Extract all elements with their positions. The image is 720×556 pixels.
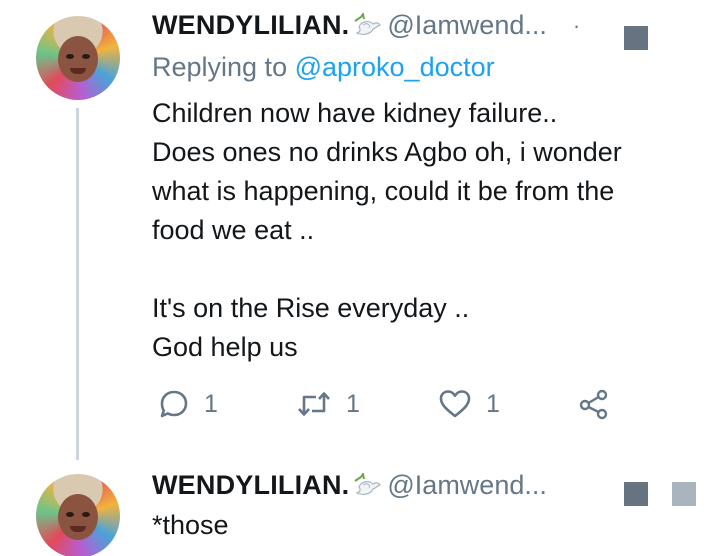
reply-icon (158, 388, 190, 420)
mention-link[interactable]: @aproko_doctor (295, 52, 495, 82)
menu-button-secondary[interactable] (672, 482, 696, 506)
user-handle[interactable]: @Iamwend... (387, 470, 546, 501)
thread-line (76, 108, 79, 460)
avatar[interactable] (36, 16, 120, 100)
retweet-icon (296, 388, 332, 420)
tweet-header: WENDYLILIAN. @Iamwend... · (152, 10, 580, 41)
retweet-count: 1 (346, 389, 360, 418)
avatar[interactable] (36, 474, 120, 556)
tweet-text: *those (152, 510, 229, 540)
menu-button[interactable] (624, 26, 648, 50)
tweet[interactable]: WENDYLILIAN. @Iamwend... *those (0, 460, 720, 556)
dove-with-olive-branch-icon (351, 470, 382, 499)
reply-count: 1 (204, 389, 218, 418)
like-count: 1 (486, 389, 500, 418)
retweet-button[interactable]: 1 (296, 386, 360, 422)
avatar-face (58, 494, 98, 540)
heart-icon (438, 388, 472, 420)
user-handle[interactable]: @Iamwend... (387, 10, 546, 41)
tweet-actions: 1 1 1 (158, 386, 618, 422)
avatar-face (58, 36, 98, 82)
like-button[interactable]: 1 (438, 386, 500, 422)
menu-button[interactable] (624, 482, 648, 506)
dove-with-olive-branch-icon (351, 10, 382, 39)
share-icon (578, 388, 610, 420)
reply-button[interactable]: 1 (158, 386, 218, 422)
replying-to: Replying to @aproko_doctor (152, 52, 495, 83)
separator-dot: · (572, 12, 581, 38)
display-name[interactable]: WENDYLILIAN. (152, 10, 349, 41)
tweet[interactable]: WENDYLILIAN. @Iamwend... · Replying to @… (0, 0, 720, 460)
share-button[interactable] (578, 386, 610, 422)
replying-to-label: Replying to (152, 52, 295, 82)
tweet-header: WENDYLILIAN. @Iamwend... (152, 470, 547, 501)
display-name[interactable]: WENDYLILIAN. (152, 470, 349, 501)
tweet-text: Children now have kidney failure.. Does … (152, 98, 622, 362)
